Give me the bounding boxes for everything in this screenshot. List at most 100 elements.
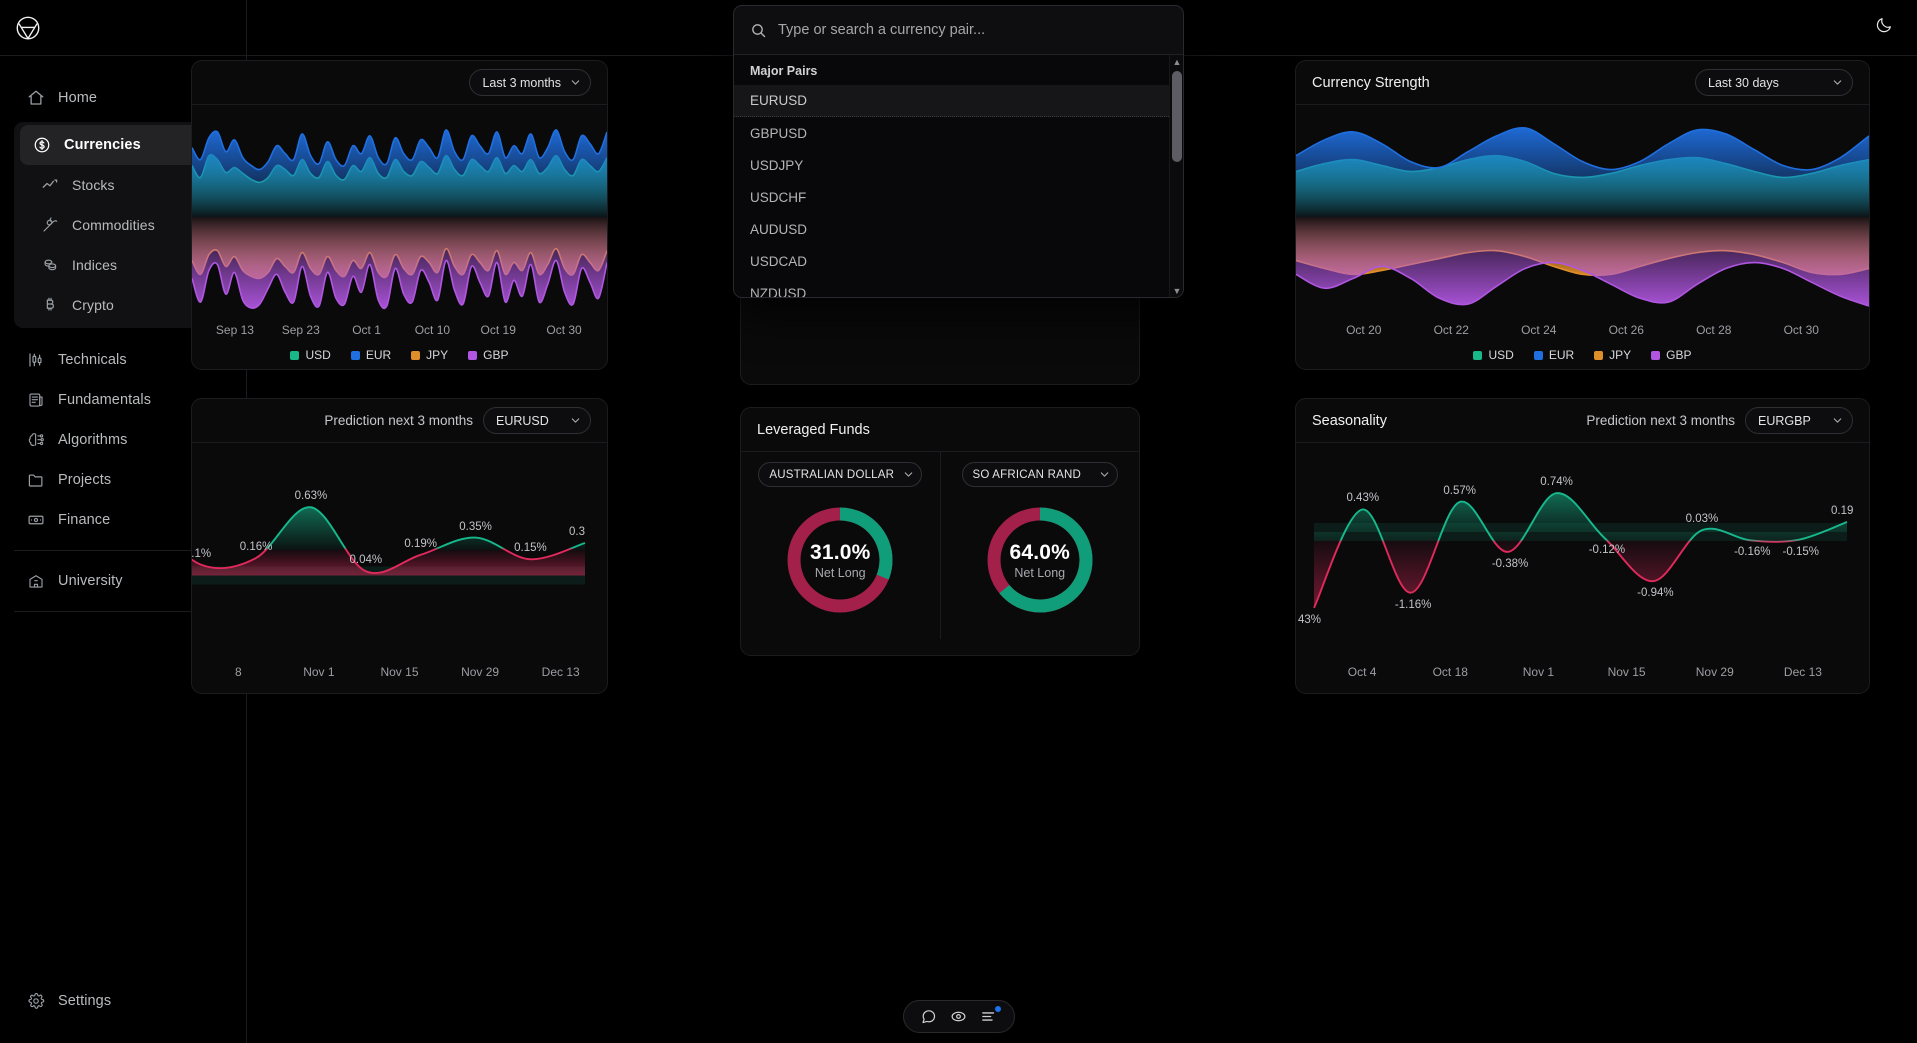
legend-item-eur: EUR [351, 348, 391, 362]
sidebar-item-label: Settings [58, 993, 111, 1009]
gear-icon [26, 992, 45, 1011]
search-option-nzdusd[interactable]: NZDUSD [734, 277, 1183, 298]
search-icon [750, 22, 767, 39]
seasonality-value-label: 0.19% [404, 538, 437, 550]
eye-icon[interactable] [948, 1006, 970, 1028]
moon-icon [1875, 16, 1893, 39]
donut-center: 31.0% Net Long [781, 501, 899, 619]
card-header: Currency Strength Last 30 days [1296, 61, 1869, 105]
dollar-circle-icon [32, 136, 51, 155]
chevron-down-icon [570, 415, 581, 426]
legend-item-usd: USD [290, 348, 330, 362]
legend-item-jpy: JPY [411, 348, 448, 362]
range-selector-right-strength[interactable]: Last 30 days [1695, 69, 1853, 96]
newspaper-icon [26, 391, 45, 410]
chevron-down-icon [570, 77, 581, 88]
seasonality-value-label: -0.12% [1589, 544, 1625, 556]
bottom-dock [903, 1000, 1015, 1033]
seasonality-value-label: 0.15% [514, 542, 547, 554]
seasonality-value-label: 0.3 [569, 526, 585, 538]
sidebar-item-label: Commodities [72, 217, 155, 233]
bitcoin-icon [40, 296, 59, 315]
list-menu-icon[interactable] [978, 1006, 1000, 1028]
donut-cell-right: SO AFRICAN RAND 64.0% Net Long [940, 452, 1140, 639]
seasonality-value-label: -0.38% [1492, 558, 1528, 570]
currency-selector-aud[interactable]: AUSTRALIAN DOLLAR [758, 462, 922, 487]
caret-up-icon[interactable]: ▲ [1170, 55, 1184, 69]
card-title: Leveraged Funds [757, 422, 870, 438]
banknote-icon [26, 511, 45, 530]
pair-selector-right-seasonality[interactable]: EURGBP [1745, 407, 1853, 434]
seasonality-value-label: 0.74% [1540, 476, 1573, 488]
seasonality-value-label: 0.57% [1443, 485, 1476, 497]
seasonality-value-label: -0.15% [1783, 546, 1819, 558]
chart-left-seasonality: %0.1%0.16%0.63%0.04%0.19%0.35%0.15%0.3 8… [192, 443, 607, 694]
sidebar-item-label: Technicals [58, 352, 127, 368]
card-currency-strength-left: Last 3 months Sep 13 Sep 23 Oct 1 Oct 10… [191, 60, 608, 370]
search-option-usdjpy[interactable]: USDJPY [734, 149, 1183, 181]
caret-down-icon[interactable]: ▼ [1170, 284, 1184, 298]
sidebar-item-label: Home [58, 90, 97, 106]
section-header-major-pairs: Major Pairs [734, 55, 1183, 85]
legend-left-strength: USD EUR JPY GBP [192, 348, 607, 362]
search-scrollbar[interactable]: ▲ ▼ [1169, 55, 1183, 298]
donut-chart-leveraged-2: 64.0% Net Long [981, 501, 1099, 619]
sidebar-item-label: University [58, 573, 123, 589]
chart-right-currency-strength: Oct 20 Oct 22 Oct 24 Oct 26 Oct 28 Oct 3… [1296, 105, 1869, 370]
legend-right-strength: USD EUR JPY GBP [1296, 348, 1869, 362]
search-row [734, 6, 1183, 54]
seasonality-value-label: 0.35% [459, 521, 492, 533]
seasonality-value-label: -0.94% [1637, 587, 1673, 599]
theme-toggle-button[interactable] [1869, 12, 1899, 42]
search-option-usdchf[interactable]: USDCHF [734, 181, 1183, 213]
donut-cell-left: AUSTRALIAN DOLLAR 31.0% Net Long [741, 452, 940, 639]
card-title: Currency Strength [1312, 75, 1430, 91]
donut-value: 31.0% [810, 541, 871, 565]
x-axis-left-seasonality: 8 Nov 1 Nov 15 Nov 29 Dec 13 [192, 665, 607, 679]
range-selector-left-strength[interactable]: Last 3 months [469, 69, 591, 96]
left-column: Last 3 months Sep 13 Sep 23 Oct 1 Oct 10… [191, 60, 608, 694]
seasonality-value-label: -1.16% [1395, 599, 1431, 611]
card-seasonality-right: Seasonality Prediction next 3 months EUR… [1295, 398, 1870, 694]
currency-selector-zar[interactable]: SO AFRICAN RAND [962, 462, 1118, 487]
compass-logo-icon [14, 14, 42, 42]
sidebar-item-settings[interactable]: Settings [14, 981, 232, 1021]
x-axis-left-strength: Sep 13 Sep 23 Oct 1 Oct 10 Oct 19 Oct 30 [192, 323, 607, 337]
seasonality-value-label: 0.43% [1346, 492, 1379, 504]
chevron-down-icon [1832, 77, 1843, 88]
sidebar-item-label: Projects [58, 472, 111, 488]
search-option-usdcad[interactable]: USDCAD [734, 245, 1183, 277]
chevron-down-icon [903, 469, 914, 480]
search-option-audusd[interactable]: AUDUSD [734, 213, 1183, 245]
legend-item-eur: EUR [1534, 348, 1574, 362]
donut-chart-leveraged-1: 31.0% Net Long [781, 501, 899, 619]
chevron-down-icon [1832, 415, 1843, 426]
candlestick-icon [26, 351, 45, 370]
chat-bubble-icon[interactable] [918, 1006, 940, 1028]
seasonality-value-label: 0.63% [295, 490, 328, 502]
pair-selector-left-seasonality[interactable]: EURUSD [483, 407, 591, 434]
donut-sublabel: Net Long [815, 566, 866, 580]
coins-icon [40, 256, 59, 275]
seasonality-value-label: 0.04% [350, 554, 383, 566]
donut-center: 64.0% Net Long [981, 501, 1099, 619]
brand-logo[interactable] [0, 0, 246, 56]
chart-right-seasonality: 43% 0.43% -1.16% 0.57% -0.38% 0.74% -0.12% -0.9… [1296, 443, 1869, 694]
notification-badge [995, 1006, 1001, 1012]
currency-search-popover: Major Pairs EURUSD GBPUSD USDJPY USDCHF … [733, 5, 1184, 298]
app-root: Home Currencies Stocks [0, 0, 1917, 1043]
sidebar-item-label: Finance [58, 512, 110, 528]
search-results-list: Major Pairs EURUSD GBPUSD USDJPY USDCHF … [734, 54, 1183, 297]
sidebar-item-label: Indices [72, 257, 117, 273]
trend-line-icon [40, 176, 59, 195]
search-input[interactable] [778, 22, 1167, 38]
scrollbar-thumb[interactable] [1172, 71, 1182, 162]
x-axis-right-strength: Oct 20 Oct 22 Oct 24 Oct 26 Oct 28 Oct 3… [1296, 323, 1869, 337]
card-header: Seasonality Prediction next 3 months EUR… [1296, 399, 1869, 443]
card-seasonality-left: Prediction next 3 months EURUSD %0.1%0.1… [191, 398, 608, 694]
legend-item-gbp: GBP [468, 348, 508, 362]
search-option-eurusd[interactable]: EURUSD [734, 85, 1183, 117]
home-icon [26, 89, 45, 108]
seasonality-value-label: 43% [1298, 614, 1321, 626]
search-option-gbpusd[interactable]: GBPUSD [734, 117, 1183, 149]
